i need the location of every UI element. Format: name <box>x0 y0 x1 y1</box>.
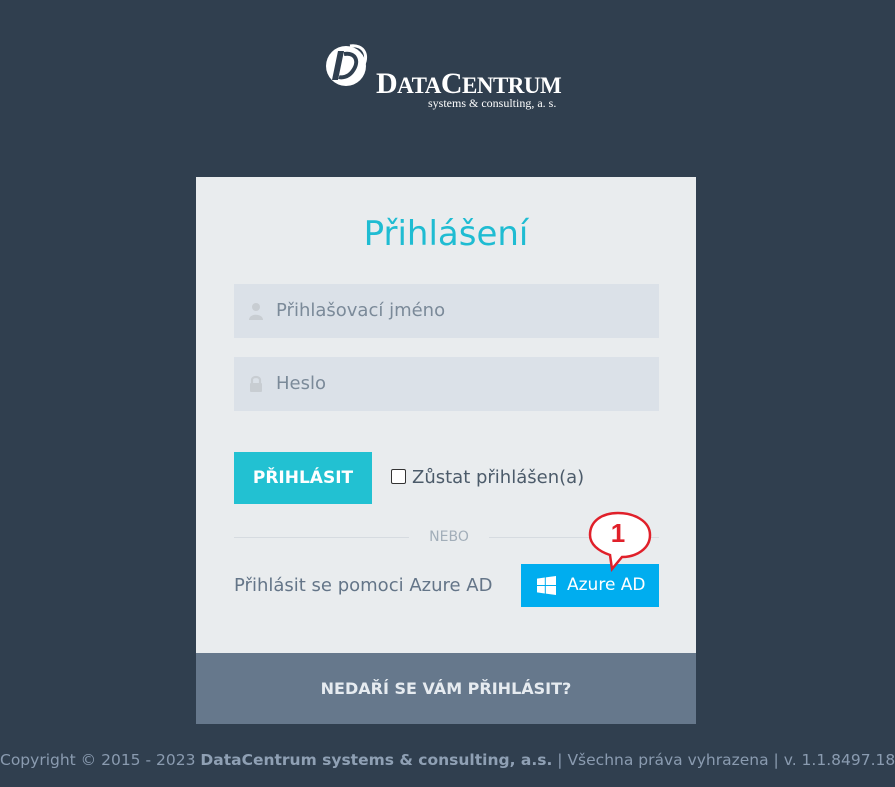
password-placeholder: Heslo <box>276 373 327 394</box>
logo-subtitle: systems & consulting, a. s. <box>428 96 557 110</box>
footer-rights: Všechna práva vyhrazena <box>567 751 769 769</box>
footer: Copyright © 2015 - 2023 DataCentrum syst… <box>0 748 895 772</box>
username-placeholder: Přihlašovací jméno <box>276 300 446 321</box>
windows-icon <box>537 576 556 595</box>
footer-version: v. 1.1.8497.1898 <box>783 751 895 769</box>
remember-checkbox[interactable] <box>391 469 406 484</box>
callout-number: 1 <box>610 518 626 548</box>
footer-separator: | <box>773 751 779 769</box>
username-field[interactable]: Přihlašovací jméno <box>234 284 659 338</box>
divider-text: NEBO <box>429 529 469 545</box>
password-field[interactable]: Heslo <box>234 357 659 411</box>
datacentrum-logo: DATACENTRUM systems & consulting, a. s. <box>324 42 574 112</box>
divider-line-left <box>234 537 409 538</box>
user-icon <box>249 303 263 320</box>
footer-company: DataCentrum systems & consulting, a.s. <box>200 751 553 769</box>
login-card: Přihlášení Přihlašovací jméno Heslo PŘIH… <box>196 177 696 653</box>
login-trouble-link[interactable]: NEDAŘÍ SE VÁM PŘIHLÁSIT? <box>196 653 696 724</box>
page-title: Přihlášení <box>363 214 529 254</box>
azure-login-label: Přihlásit se pomoci Azure AD <box>234 575 493 596</box>
login-page: DATACENTRUM systems & consulting, a. s. … <box>0 0 895 787</box>
datacentrum-logo-icon <box>326 44 367 86</box>
remember-label: Zůstat přihlášen(a) <box>412 467 585 488</box>
footer-copyright: Copyright © 2015 - 2023 <box>0 751 196 769</box>
lock-icon <box>250 375 262 392</box>
footer-separator: | <box>557 751 563 769</box>
login-button[interactable]: PŘIHLÁSIT <box>234 452 372 504</box>
step-callout: 1 <box>588 511 654 573</box>
